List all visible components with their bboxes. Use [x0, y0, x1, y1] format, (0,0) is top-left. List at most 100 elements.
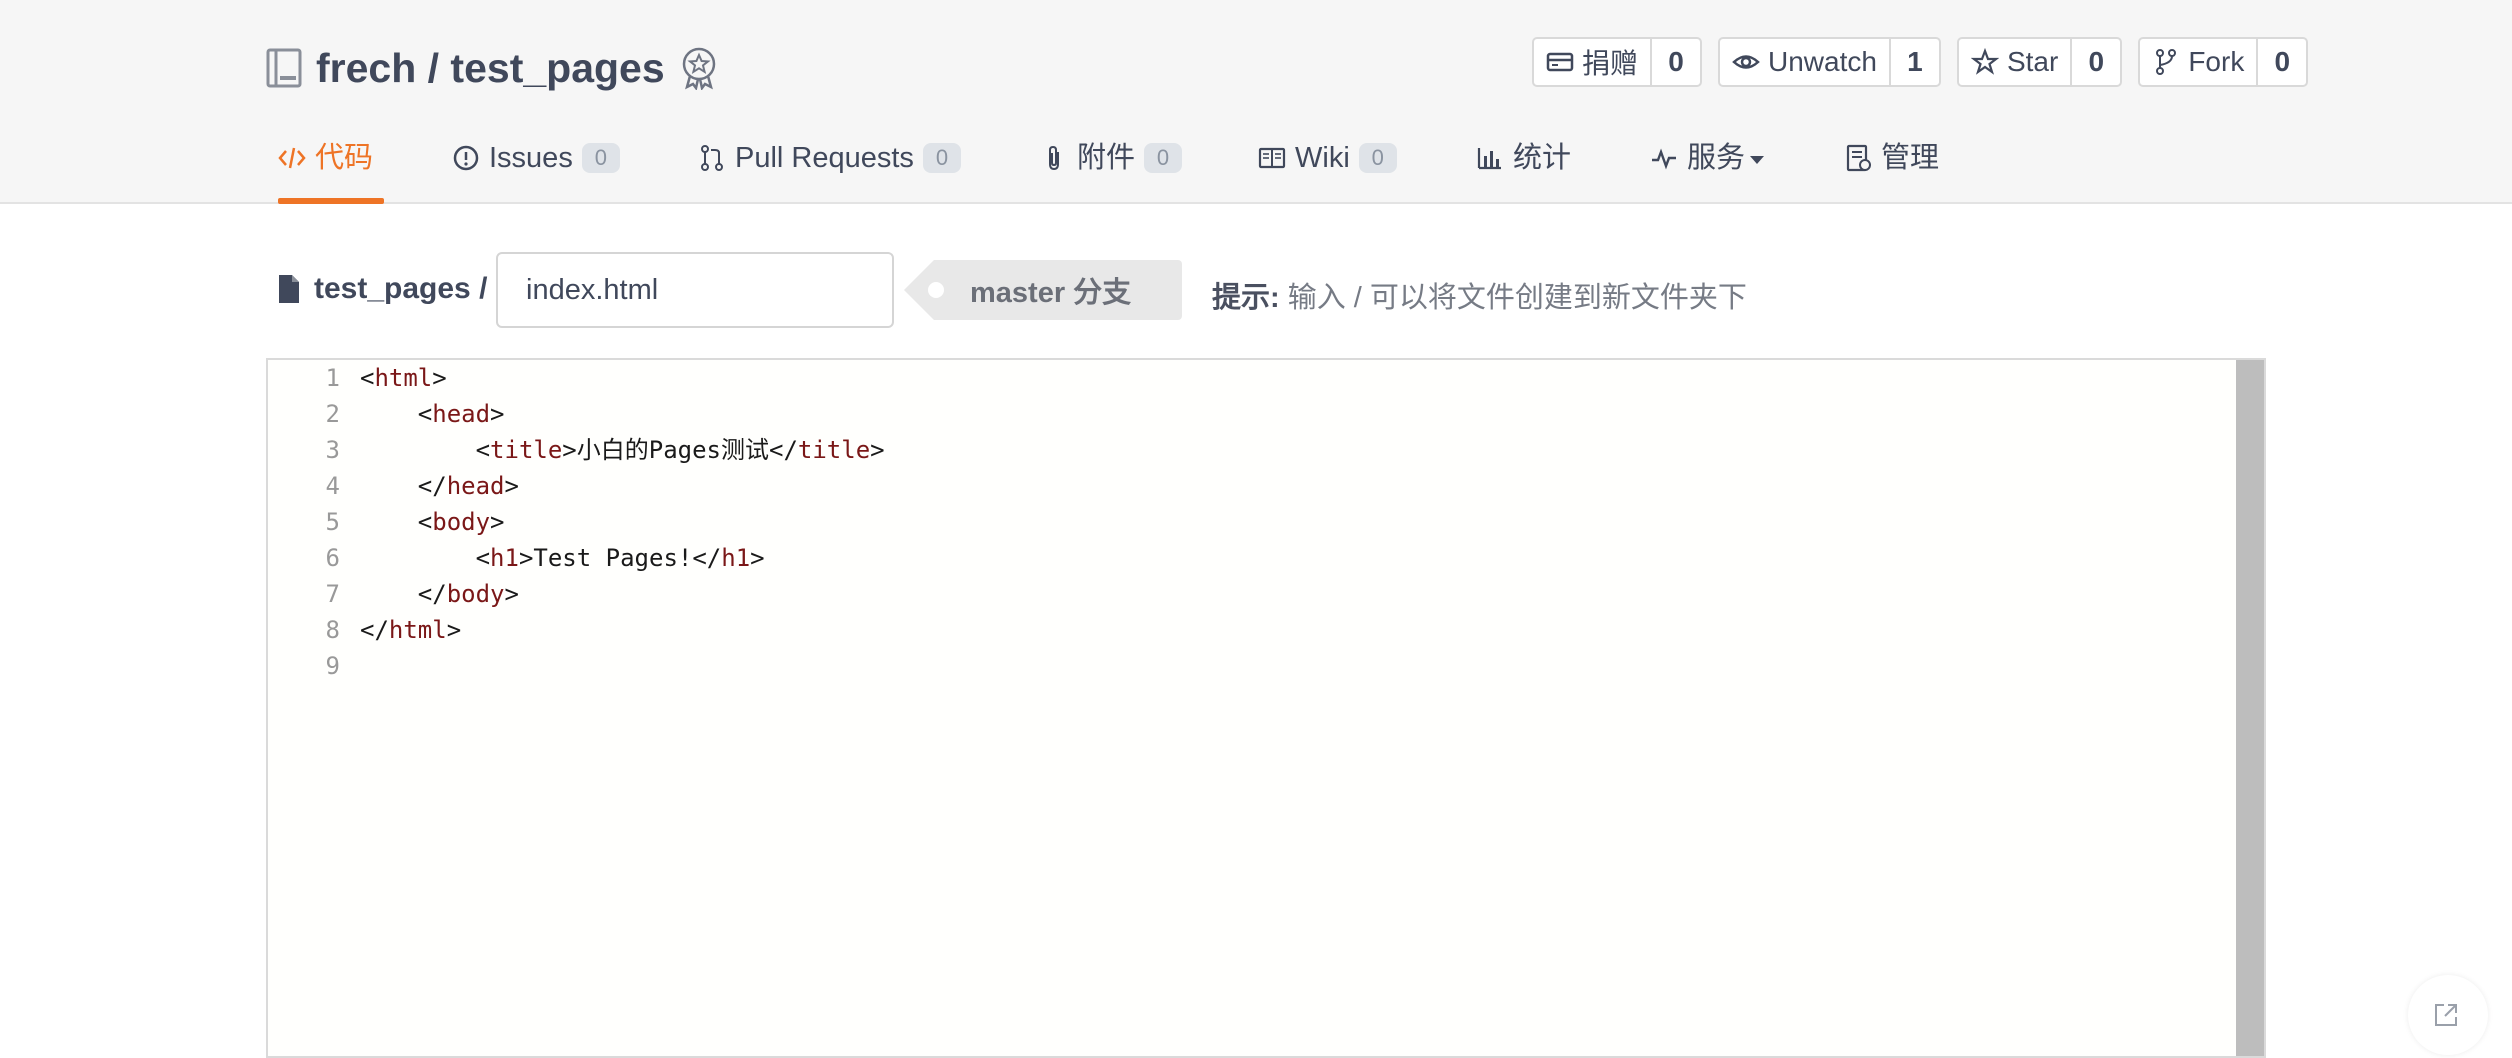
hint-label: 提示:	[1212, 282, 1280, 314]
tab-wiki-label: Wiki	[1295, 142, 1350, 174]
expand-button[interactable]	[2408, 975, 2488, 1055]
code-tag-name: title	[797, 436, 871, 464]
donate-count[interactable]: 0	[1650, 39, 1700, 85]
repo-title: frech / test_pages	[266, 40, 719, 96]
line-number: 8	[325, 616, 340, 644]
code-text: </html>	[360, 616, 462, 644]
code-line: 4 </head>	[268, 468, 519, 504]
unwatch-label: Unwatch	[1768, 46, 1877, 77]
code-text: </body>	[417, 580, 519, 608]
code-tag-name: head	[432, 400, 491, 428]
tab-wiki-count: 0	[1358, 143, 1397, 173]
tag-hole-icon	[928, 282, 944, 298]
path-hint: 提示: 输入 / 可以将文件创建到新文件夹下	[1212, 274, 1747, 316]
code-line: 7 </body>	[268, 576, 519, 612]
unwatch-button[interactable]: Unwatch 1	[1718, 37, 1941, 87]
tab-issues-label: Issues	[489, 142, 573, 174]
line-number: 9	[325, 652, 340, 680]
line-number: 3	[325, 436, 340, 464]
bar-chart-icon	[1477, 148, 1501, 170]
fork-button[interactable]: Fork 0	[2138, 37, 2309, 87]
donate-button[interactable]: 捐赠 0	[1532, 37, 1703, 87]
tab-settings[interactable]: 管理	[1844, 138, 1939, 202]
line-number: 1	[325, 364, 340, 392]
tab-services[interactable]: 服务	[1650, 138, 1765, 202]
tab-stats-label: 统计	[1513, 142, 1572, 174]
branch-name: master 分支	[934, 260, 1182, 320]
code-line: 3 <title>小白的Pages测试</title>	[268, 432, 885, 468]
hint-text: 输入 / 可以将文件创建到新文件夹下	[1279, 282, 1747, 314]
star-label-wrap: Star	[1959, 39, 2070, 85]
expand-icon	[2435, 1004, 2457, 1026]
tab-attachments[interactable]: 附件 0	[1040, 138, 1183, 202]
fork-icon	[2156, 49, 2177, 75]
fork-count[interactable]: 0	[2256, 39, 2306, 85]
tab-services-label: 服务	[1687, 142, 1746, 174]
tab-issues[interactable]: Issues 0	[452, 138, 620, 202]
code-tag-name: h1	[721, 544, 751, 572]
eye-icon	[1732, 55, 1760, 69]
code-text: <body>	[417, 508, 505, 536]
pull-request-icon	[701, 145, 723, 171]
editor-scrollbar[interactable]	[2236, 360, 2264, 1056]
tab-pull-requests[interactable]: Pull Requests 0	[698, 138, 961, 202]
repo-book-icon	[266, 48, 302, 88]
donate-label: 捐赠	[1582, 48, 1639, 79]
code-line: 5 <body>	[268, 504, 505, 540]
tab-code[interactable]: 代码	[278, 138, 384, 204]
tab-issues-count: 0	[581, 143, 620, 173]
code-tag-name: html	[374, 364, 433, 392]
line-number: 4	[325, 472, 340, 500]
tab-stats[interactable]: 统计	[1476, 138, 1571, 202]
line-number: 2	[325, 400, 340, 428]
code-tag-name: h1	[490, 544, 519, 572]
file-icon	[279, 275, 299, 303]
tab-code-label: 代码	[315, 142, 374, 174]
donate-label-wrap: 捐赠	[1534, 39, 1650, 85]
verified-badge-icon	[682, 47, 715, 90]
watch-count[interactable]: 1	[1888, 39, 1939, 85]
issue-icon	[453, 145, 479, 171]
tab-pull-requests-label: Pull Requests	[735, 142, 914, 174]
breadcrumb: test_pages /	[278, 272, 487, 306]
tab-wiki[interactable]: Wiki 0	[1258, 138, 1397, 202]
code-tag-name: head	[446, 472, 505, 500]
star-button[interactable]: Star 0	[1956, 37, 2123, 87]
code-line: 9	[268, 648, 360, 684]
tab-pull-requests-count: 0	[922, 143, 961, 173]
code-tag-name: body	[446, 580, 505, 608]
code-text: <head>	[417, 400, 505, 428]
code-icon	[278, 147, 306, 169]
repo-full-name[interactable]: frech / test_pages	[316, 45, 665, 92]
settings-doc-icon	[1846, 144, 1871, 172]
breadcrumb-repo[interactable]: test_pages /	[314, 272, 487, 306]
code-line: 2 <head>	[268, 396, 505, 432]
line-number: 6	[325, 544, 340, 572]
line-number: 5	[325, 508, 340, 536]
star-icon	[1970, 48, 1999, 75]
repo-actions: 捐赠 0 Unwatch 1 Star 0 Fork 0	[1532, 37, 2309, 87]
unwatch-label-wrap: Unwatch	[1720, 39, 1889, 85]
card-icon	[1546, 52, 1574, 72]
code-editor[interactable]: 1 <html> 2 <head> 3 <title>小白的Pages测试</titl…	[266, 358, 2266, 1058]
filename-input[interactable]	[496, 252, 894, 328]
file-edit-row: test_pages / master 分支 提示: 输入 / 可以将文件创建到…	[278, 250, 2078, 330]
tab-attachments-count: 0	[1144, 143, 1183, 173]
tab-settings-label: 管理	[1881, 142, 1940, 174]
star-count[interactable]: 0	[2070, 39, 2120, 85]
fork-label-wrap: Fork	[2140, 39, 2256, 85]
pulse-icon	[1652, 148, 1676, 170]
branch-label: master 分支	[904, 260, 1182, 320]
code-tag-name: title	[490, 436, 563, 464]
paperclip-icon	[1049, 145, 1059, 171]
code-tag-name: html	[388, 616, 447, 644]
line-number: 7	[325, 580, 340, 608]
tab-attachments-label: 附件	[1077, 142, 1136, 174]
code-tag-name: body	[432, 508, 491, 536]
code-line: 1 <html>	[268, 360, 447, 396]
chevron-down-icon	[1750, 156, 1765, 164]
code-text: <html>	[360, 364, 447, 392]
code-text: <title>小白的Pages测试</title>	[475, 436, 885, 464]
star-label: Star	[2006, 46, 2059, 77]
